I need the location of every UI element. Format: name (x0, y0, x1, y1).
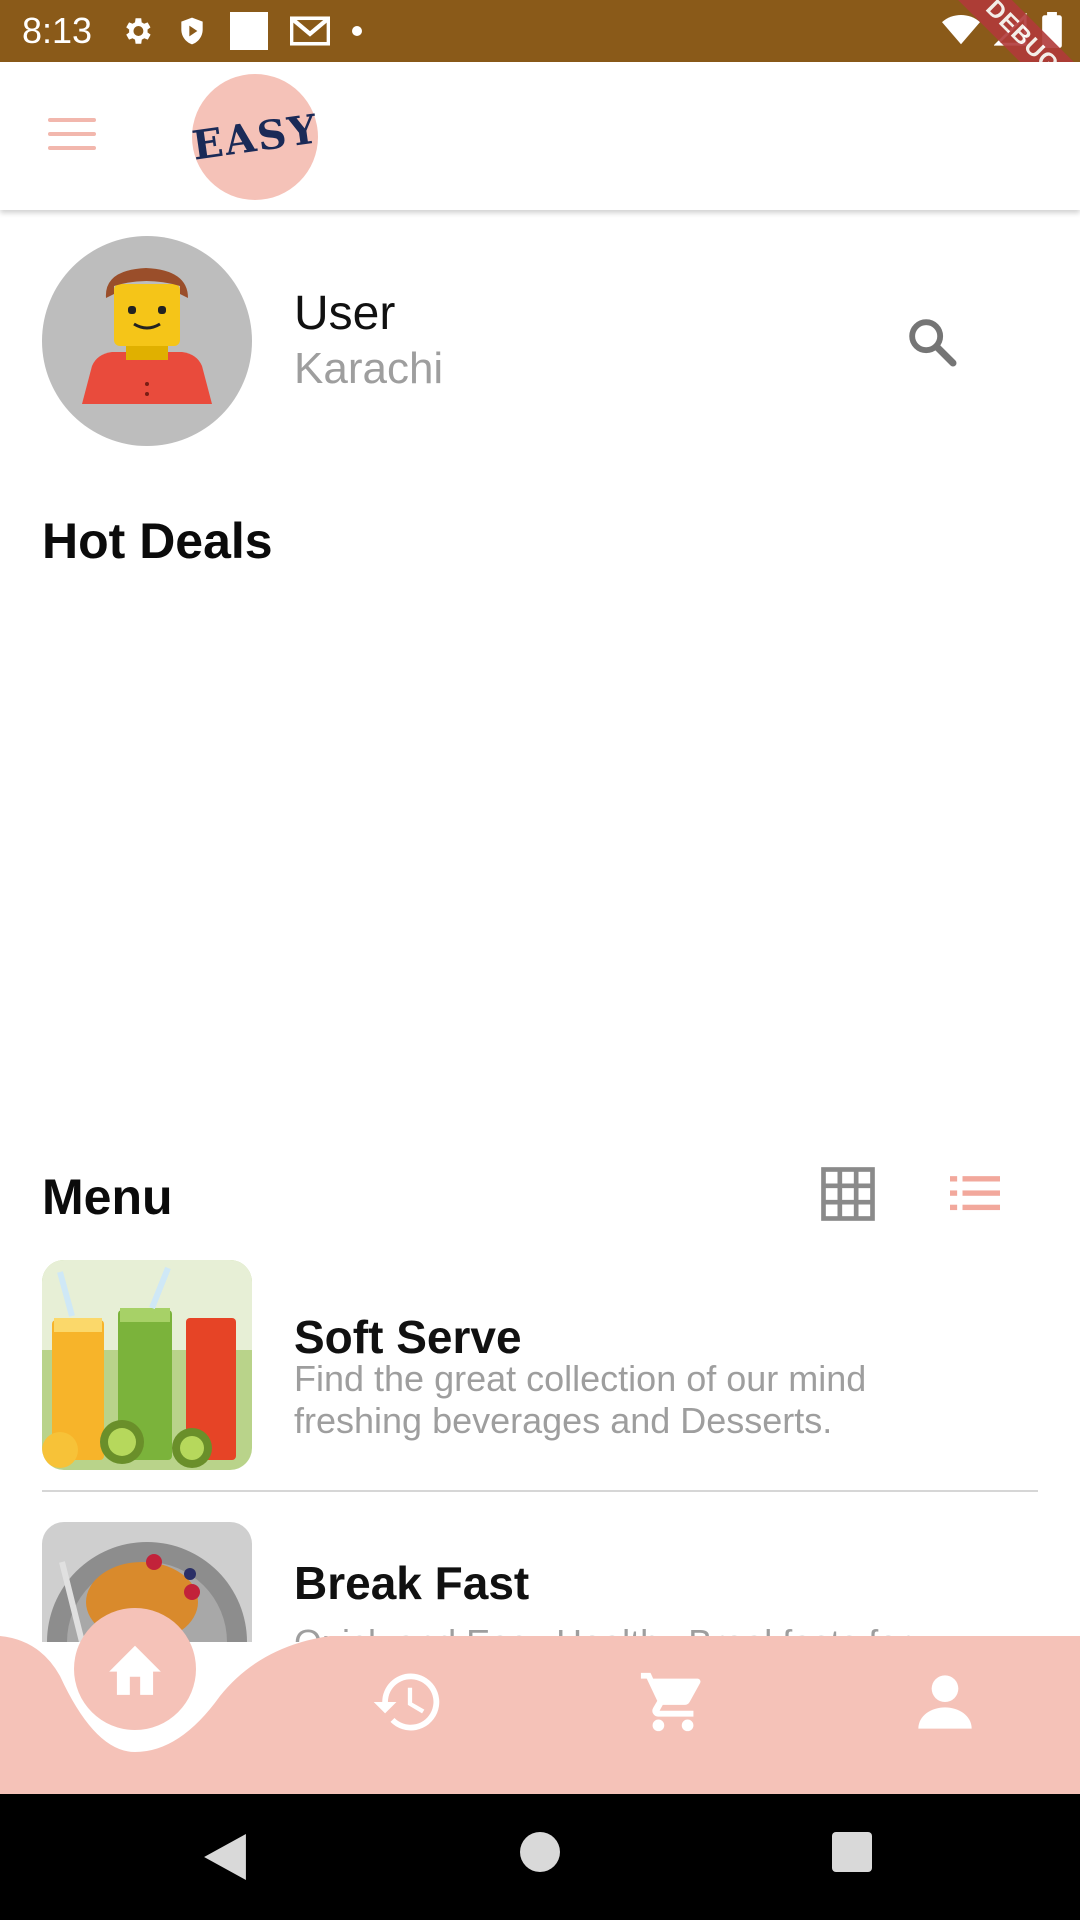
cart-icon (640, 1672, 701, 1732)
lego-man-avatar-icon (82, 268, 212, 404)
hamburger-menu-icon[interactable] (48, 118, 96, 154)
home-button[interactable] (520, 1832, 560, 1872)
list-item[interactable]: Soft Serve Find the great collection of … (42, 1260, 1038, 1492)
history-nav-button[interactable] (360, 1657, 450, 1747)
logo-text: EASY (188, 104, 322, 170)
dot-icon (352, 26, 362, 36)
cart-nav-button[interactable] (628, 1657, 718, 1747)
menu-item-title: Break Fast (294, 1557, 530, 1609)
avatar[interactable] (42, 236, 252, 446)
settings-icon (126, 18, 151, 44)
divider (42, 1490, 1038, 1492)
app-bar: EASY (0, 62, 1080, 210)
gmail-icon (290, 16, 330, 46)
list-item[interactable]: Break Fast Quick and Easy Healthy Breakf… (42, 1522, 1038, 1642)
search-icon[interactable] (904, 314, 960, 370)
android-navigation-bar (0, 1794, 1080, 1920)
home-icon (109, 1645, 161, 1695)
status-bar: 8:13 (0, 0, 1080, 62)
shield-play-icon (181, 17, 203, 45)
history-icon (373, 1673, 440, 1731)
grid-view-icon[interactable] (820, 1166, 876, 1222)
wifi-icon (942, 14, 980, 45)
juice-glasses-image (42, 1260, 252, 1470)
profile-city: Karachi (294, 344, 444, 393)
back-button[interactable] (204, 1834, 246, 1880)
list-view-icon[interactable] (950, 1176, 1000, 1212)
recents-button[interactable] (832, 1832, 872, 1872)
home-nav-button[interactable] (74, 1608, 196, 1730)
menu-item-title: Soft Serve (294, 1311, 522, 1363)
menu-heading: Menu (42, 1169, 173, 1225)
status-time: 8:13 (22, 10, 93, 51)
profile-nav-button[interactable] (900, 1657, 990, 1747)
status-icons-left (120, 12, 362, 50)
profile-name: User (294, 287, 396, 340)
person-icon (918, 1675, 972, 1729)
square-icon (230, 12, 268, 50)
app-logo: EASY (188, 74, 322, 200)
menu-item-description: Find the great collection of our mind fr… (294, 1358, 867, 1441)
hot-deals-heading: Hot Deals (42, 513, 273, 569)
